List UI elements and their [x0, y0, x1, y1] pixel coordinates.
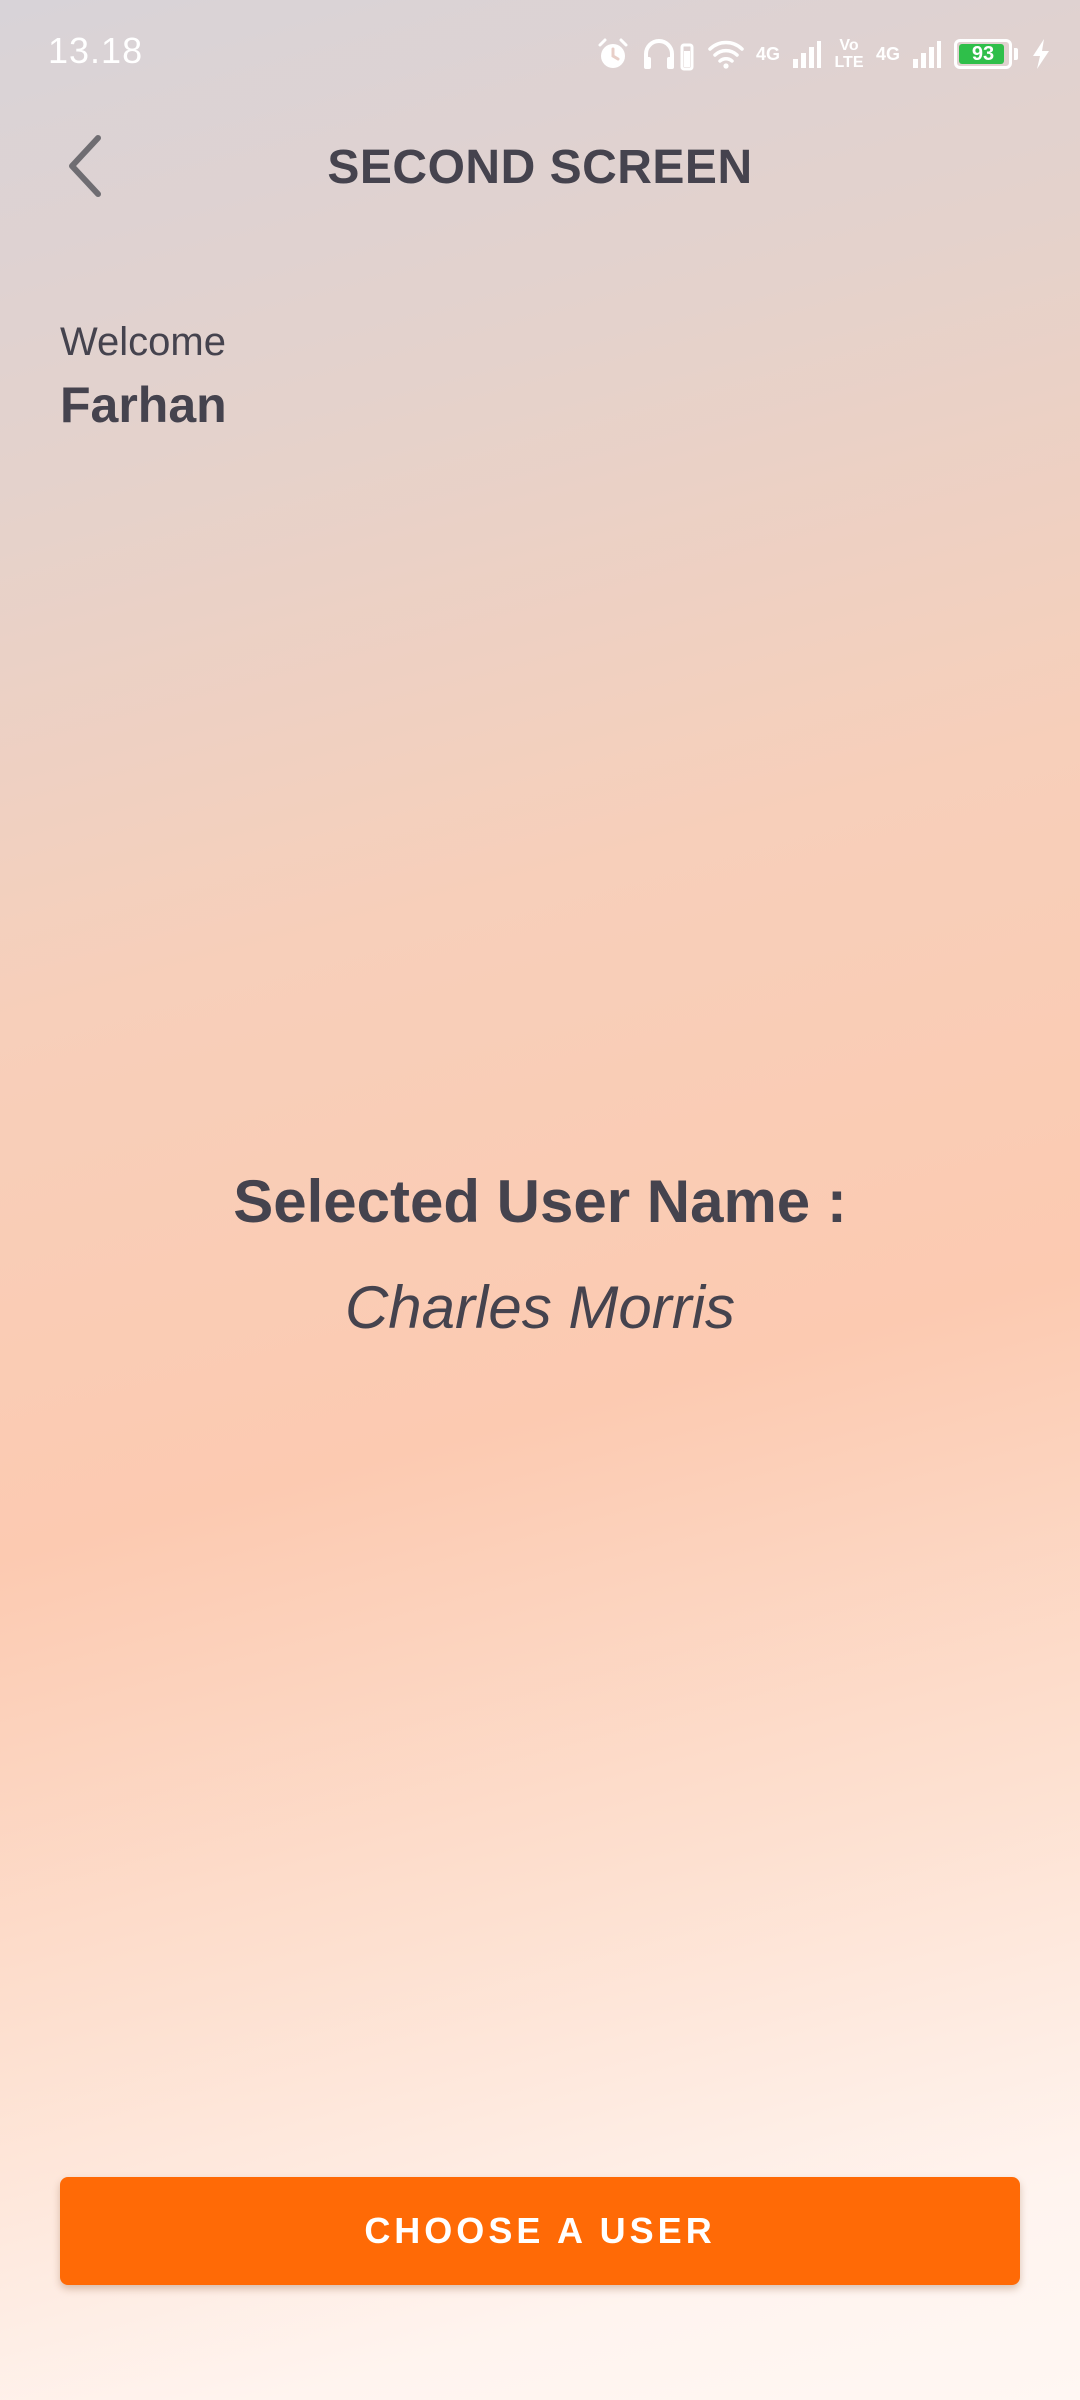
network-type-label: 4G [755, 44, 780, 64]
selected-user-section: Selected User Name : Charles Morris [0, 1160, 1080, 1350]
status-icons: 4G Vo LTE 4G 93 [596, 30, 1052, 78]
welcome-user-name: Farhan [60, 377, 227, 433]
network-type-label: 4G [875, 44, 900, 64]
headphones-icon [642, 37, 696, 71]
status-bar: 13.18 4G Vo LTE 4G 93 [0, 0, 1080, 108]
page-title: SECOND SCREEN [327, 141, 753, 194]
battery-level: 93 [971, 42, 995, 65]
welcome-section: Welcome Farhan [60, 312, 227, 438]
choose-user-button[interactable]: CHOOSE A USER [60, 2177, 1020, 2285]
battery-icon: 93 [954, 39, 1012, 69]
selected-user-label: Selected User Name : [233, 1168, 847, 1235]
signal-icon [912, 39, 942, 69]
app-bar: SECOND SCREEN [0, 110, 1080, 230]
selected-user-name: Charles Morris [344, 1274, 736, 1341]
battery-tip [1014, 48, 1018, 60]
status-time: 13.18 [48, 30, 144, 71]
signal-icon [792, 39, 822, 69]
welcome-label: Welcome [60, 320, 226, 364]
charging-icon [1030, 38, 1052, 70]
volte-icon: Vo LTE [834, 37, 864, 71]
alarm-icon [596, 37, 630, 71]
wifi-icon [708, 39, 744, 69]
